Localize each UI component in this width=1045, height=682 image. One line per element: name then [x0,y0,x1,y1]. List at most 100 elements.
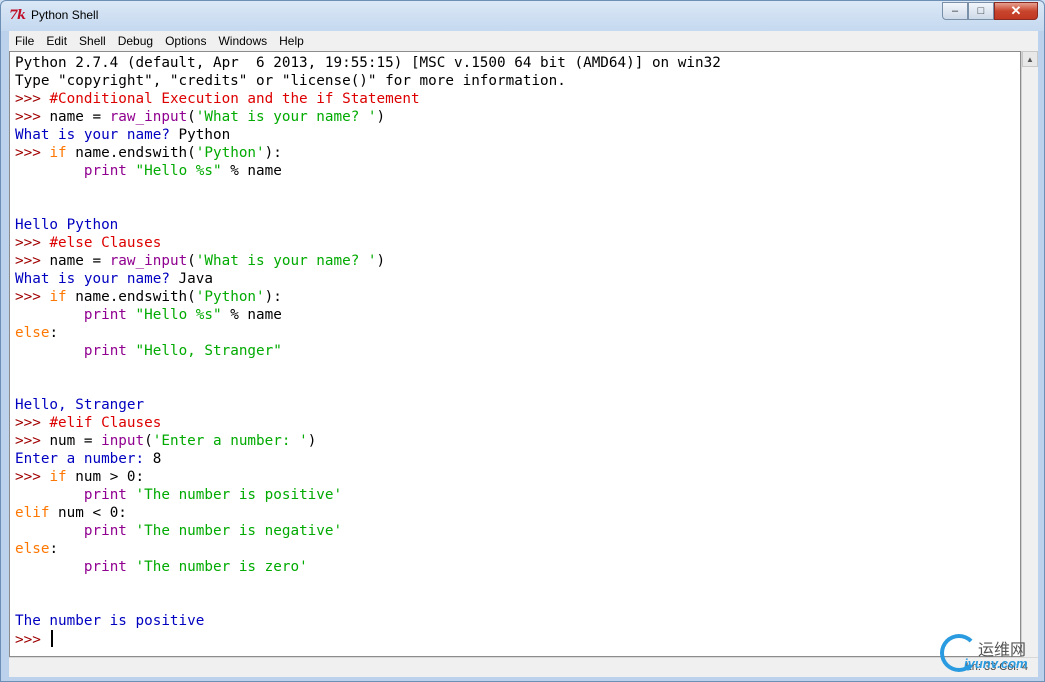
scroll-up-arrow-icon[interactable]: ▲ [1022,51,1038,67]
menu-debug[interactable]: Debug [112,34,159,48]
shell-token-prompt: >>> [15,145,50,161]
shell-token-plain: ( [187,253,196,269]
shell-token-prompt: >>> [15,415,50,431]
minimize-button[interactable]: – [942,2,968,20]
shell-token-kw: else [15,325,50,341]
shell-line: >>> if num > 0: [15,468,721,486]
window-title: Python Shell [31,8,99,22]
shell-token-builtin: print [83,559,127,575]
shell-token-str: 'Python' [195,145,265,161]
shell-output[interactable]: Python 2.7.4 (default, Apr 6 2013, 19:55… [15,54,721,648]
watermark-subtext: iyunv.com [964,656,1028,671]
shell-token-plain: name.endswith( [66,289,196,305]
menu-edit[interactable]: Edit [40,34,73,48]
shell-token-plain: ) [376,109,386,125]
close-button[interactable]: ✕ [994,2,1038,20]
shell-token-prompt: >>> [15,289,50,305]
shell-line: >>> #Conditional Execution and the if St… [15,90,721,108]
shell-token-plain: ): [264,145,282,161]
shell-token-plain: Python [178,127,231,143]
shell-token-plain: ) [307,433,317,449]
shell-line: The number is positive [15,612,721,630]
shell-line: Hello, Stranger [15,396,721,414]
shell-line: What is your name? Java [15,270,721,288]
shell-token-plain [15,523,84,539]
shell-token-prompt: >>> [15,235,50,251]
menu-shell[interactable]: Shell [73,34,112,48]
shell-token-plain: Python 2.7.4 (default, Apr 6 2013, 19:55… [15,55,721,71]
shell-line: >>> #else Clauses [15,234,721,252]
shell-token-kw: if [49,289,67,305]
shell-token-builtin: print [83,163,127,179]
shell-token-plain [127,343,136,359]
menu-file[interactable]: File [9,34,40,48]
shell-token-plain [127,307,136,323]
shell-line: >>> name = raw_input('What is your name?… [15,252,721,270]
close-icon: ✕ [1010,3,1022,18]
shell-token-plain: Type "copyright", "credits" or "license(… [15,73,566,89]
shell-token-plain: num > 0: [66,469,145,485]
minimize-icon: – [951,5,959,17]
maximize-icon: □ [977,5,985,17]
shell-token-prompt: >>> [15,91,50,107]
shell-token-builtin: input [101,433,145,449]
shell-token-prompt: >>> [15,632,50,648]
shell-line: print 'The number is positive' [15,486,721,504]
text-cursor [51,630,54,647]
shell-line: print "Hello %s" % name [15,162,721,180]
shell-line: >>> name = raw_input('What is your name?… [15,108,721,126]
shell-line: else: [15,324,721,342]
shell-token-comment: #else Clauses [49,235,162,251]
shell-token-plain: ) [376,253,386,269]
shell-token-plain: ): [264,289,282,305]
shell-token-plain: : [49,541,59,557]
shell-token-out: The number is positive [15,613,205,629]
idle-app-icon: 7k [9,8,26,23]
shell-token-comment: #Conditional Execution and the if Statem… [49,91,420,107]
shell-token-plain: num < 0: [49,505,127,521]
shell-line: elif num < 0: [15,504,721,522]
shell-line: Python 2.7.4 (default, Apr 6 2013, 19:55… [15,54,721,72]
shell-token-prompt: >>> [15,469,50,485]
shell-line: Hello Python [15,216,721,234]
shell-line: print "Hello %s" % name [15,306,721,324]
shell-token-plain: ( [187,109,196,125]
shell-token-out: Enter a number: [15,451,153,467]
shell-token-str: 'What is your name? ' [195,109,377,125]
shell-line: What is your name? Python [15,126,721,144]
vertical-scrollbar[interactable]: ▲ [1021,51,1038,657]
shell-token-plain: % name [221,163,282,179]
menu-options[interactable]: Options [159,34,212,48]
shell-line: else: [15,540,721,558]
maximize-button[interactable]: □ [968,2,994,20]
shell-token-plain [127,163,136,179]
shell-text-area[interactable]: Python 2.7.4 (default, Apr 6 2013, 19:55… [9,51,1021,657]
shell-token-builtin: raw_input [109,253,188,269]
shell-token-plain: name = [49,109,110,125]
shell-token-plain: 8 [152,451,162,467]
shell-token-out: Hello, Stranger [15,397,145,413]
shell-token-plain [15,343,84,359]
title-bar[interactable]: 7k Python Shell – □ ✕ [1,1,1044,31]
shell-line: print 'The number is negative' [15,522,721,540]
menu-help[interactable]: Help [273,34,310,48]
menu-windows[interactable]: Windows [212,34,273,48]
shell-line: Type "copyright", "credits" or "license(… [15,72,721,90]
shell-token-plain: : [49,325,59,341]
shell-token-plain [127,523,136,539]
shell-token-out: What is your name? [15,271,179,287]
shell-token-plain [15,307,84,323]
shell-token-builtin: raw_input [109,109,188,125]
shell-token-out: What is your name? [15,127,179,143]
python-shell-window: 7k Python Shell – □ ✕ File Edit Shell De… [0,0,1045,682]
shell-token-out: Hello Python [15,217,119,233]
shell-token-kw: else [15,541,50,557]
shell-line: >>> if name.endswith('Python'): [15,144,721,162]
status-bar: Ln: 33 Col: 4 [9,657,1038,677]
shell-token-builtin: print [83,523,127,539]
